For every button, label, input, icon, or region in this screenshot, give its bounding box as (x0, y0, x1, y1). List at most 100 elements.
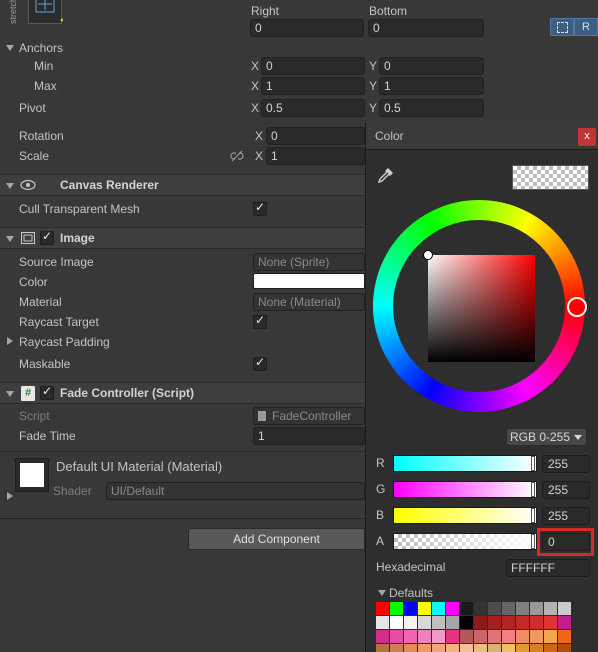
bottom-field[interactable]: 0 (368, 19, 484, 37)
color-swatch[interactable] (376, 644, 389, 652)
channel-b-field[interactable]: 255 (542, 507, 590, 525)
color-swatch[interactable] (474, 644, 487, 652)
material-fold-icon[interactable] (7, 492, 13, 500)
color-swatch[interactable] (502, 602, 515, 615)
image-header[interactable]: Image (0, 227, 365, 249)
color-swatch[interactable] (530, 644, 543, 652)
saturation-value-square[interactable] (423, 250, 535, 362)
color-swatch[interactable] (376, 616, 389, 629)
anchors-min-y-field[interactable]: 0 (379, 57, 484, 75)
color-swatch[interactable] (474, 616, 487, 629)
color-swatch[interactable] (544, 630, 557, 643)
color-swatch[interactable] (502, 644, 515, 652)
color-swatch[interactable] (446, 602, 459, 615)
anchors-max-x-field[interactable]: 1 (261, 77, 365, 95)
color-swatch[interactable] (530, 602, 543, 615)
color-swatch[interactable] (544, 616, 557, 629)
color-mode-dropdown[interactable]: RGB 0-255 (506, 428, 587, 446)
material-field[interactable]: None (Material) (253, 293, 365, 311)
defaults-fold-icon[interactable] (378, 590, 386, 596)
color-swatch[interactable] (418, 616, 431, 629)
color-swatch[interactable] (376, 630, 389, 643)
fade-controller-fold-icon[interactable] (6, 391, 14, 397)
color-swatch[interactable] (516, 644, 529, 652)
raw-edit-button[interactable]: R (574, 18, 598, 36)
color-swatch[interactable] (446, 644, 459, 652)
color-picker-titlebar[interactable]: Color x (366, 122, 598, 150)
color-swatch[interactable] (404, 616, 417, 629)
canvas-renderer-header[interactable]: Canvas Renderer (0, 174, 365, 196)
color-swatch[interactable] (432, 616, 445, 629)
blueprint-mode-button[interactable] (550, 18, 574, 36)
color-swatch[interactable] (418, 644, 431, 652)
color-swatch[interactable] (558, 630, 571, 643)
color-swatch[interactable] (460, 644, 473, 652)
color-swatch[interactable] (502, 630, 515, 643)
channel-a-slider[interactable] (393, 533, 537, 550)
canvas-renderer-fold-icon[interactable] (6, 183, 14, 189)
scale-x-field[interactable]: 1 (266, 147, 365, 165)
color-swatch[interactable] (376, 602, 389, 615)
color-swatch[interactable] (418, 630, 431, 643)
color-swatch[interactable] (516, 616, 529, 629)
raycast-padding-fold-icon[interactable] (7, 337, 13, 345)
color-swatch[interactable] (390, 630, 403, 643)
color-swatch[interactable] (404, 630, 417, 643)
color-swatch[interactable] (502, 616, 515, 629)
color-swatch[interactable] (530, 630, 543, 643)
color-swatch[interactable] (460, 616, 473, 629)
anchor-preset-button[interactable]: stretch (0, 0, 64, 24)
color-swatch[interactable] (390, 644, 403, 652)
color-swatch[interactable] (432, 602, 445, 615)
raycast-target-checkbox[interactable] (253, 313, 267, 329)
pivot-x-field[interactable]: 0.5 (261, 99, 365, 117)
anchors-max-y-field[interactable]: 1 (379, 77, 484, 95)
fade-controller-header[interactable]: # Fade Controller (Script) (0, 382, 365, 404)
color-field[interactable] (253, 273, 365, 289)
channel-a-field[interactable]: 0 (542, 533, 590, 551)
channel-b-slider[interactable] (393, 507, 537, 524)
channel-r-slider[interactable] (393, 455, 537, 472)
channel-r-thumb[interactable] (531, 456, 535, 471)
channel-b-thumb[interactable] (531, 508, 535, 523)
color-swatch[interactable] (474, 630, 487, 643)
color-swatch[interactable] (530, 616, 543, 629)
raycast-padding-label[interactable]: Raycast Padding (19, 333, 110, 351)
constrain-proportions-icon[interactable] (230, 150, 244, 165)
color-swatch[interactable] (418, 602, 431, 615)
color-swatch[interactable] (460, 602, 473, 615)
hue-handle[interactable] (567, 297, 587, 317)
color-swatch[interactable] (474, 602, 487, 615)
channel-r-field[interactable]: 255 (542, 455, 590, 473)
close-button[interactable]: x (578, 128, 596, 146)
image-enabled-checkbox[interactable] (40, 229, 54, 245)
eyedropper-icon[interactable] (376, 167, 394, 188)
color-swatch[interactable] (558, 616, 571, 629)
sv-handle[interactable] (423, 250, 433, 260)
color-swatch[interactable] (446, 616, 459, 629)
channel-g-field[interactable]: 255 (542, 481, 590, 499)
color-swatch[interactable] (460, 630, 473, 643)
color-swatch[interactable] (544, 644, 557, 652)
channel-g-slider[interactable] (393, 481, 537, 498)
add-component-button[interactable]: Add Component (188, 528, 365, 550)
anchors-min-x-field[interactable]: 0 (261, 57, 365, 75)
anchors-label[interactable]: Anchors (19, 39, 63, 57)
color-swatch[interactable] (446, 630, 459, 643)
cull-transparent-mesh-checkbox[interactable] (253, 200, 267, 216)
color-swatch[interactable] (404, 644, 417, 652)
source-image-field[interactable]: None (Sprite) (253, 253, 365, 271)
rotation-x-field[interactable]: 0 (266, 127, 365, 145)
color-swatch[interactable] (516, 630, 529, 643)
color-swatch[interactable] (404, 602, 417, 615)
color-swatch[interactable] (544, 602, 557, 615)
hexadecimal-field[interactable]: FFFFFF (506, 559, 590, 577)
color-swatch[interactable] (488, 602, 501, 615)
pivot-y-field[interactable]: 0.5 (379, 99, 484, 117)
fade-time-field[interactable]: 1 (253, 427, 365, 445)
color-swatch[interactable] (390, 602, 403, 615)
color-swatch[interactable] (390, 616, 403, 629)
anchors-fold-icon[interactable] (6, 45, 14, 51)
channel-a-thumb[interactable] (531, 534, 535, 549)
defaults-label[interactable]: Defaults (389, 584, 433, 602)
